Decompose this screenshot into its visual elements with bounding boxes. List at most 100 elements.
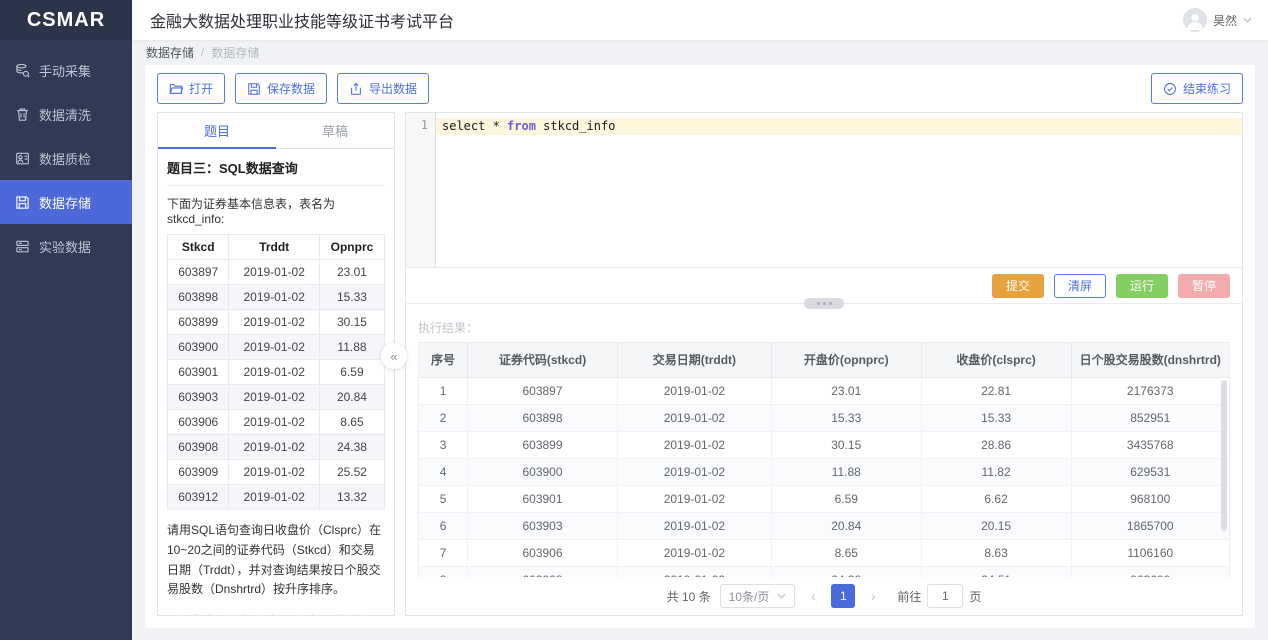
breadcrumb-separator: / — [201, 45, 204, 59]
submit-button[interactable]: 提交 — [992, 274, 1044, 298]
experiment-data-icon — [15, 239, 30, 254]
table-cell: 2019-01-02 — [229, 335, 320, 360]
splitter-drag-handle[interactable] — [804, 298, 844, 309]
page-size-select[interactable]: 10条/页 — [720, 584, 796, 608]
table-row: 6039122019-01-0213.32 — [168, 485, 385, 510]
clear-screen-button[interactable]: 清屏 — [1054, 274, 1106, 298]
toolbar: 打开 保存数据 导出数据 — [145, 65, 1255, 110]
sidebar-item-collect[interactable]: 手动采集 — [0, 48, 132, 92]
chevron-down-icon — [1243, 17, 1252, 23]
folder-open-icon — [169, 82, 183, 96]
current-page-button[interactable]: 1 — [831, 584, 855, 608]
table-cell: 2019-01-02 — [229, 385, 320, 410]
sql-editor[interactable]: 1 select * from stkcd_info — [406, 113, 1242, 268]
data-storage-icon — [15, 195, 30, 210]
finish-practice-button[interactable]: 结束练习 — [1151, 73, 1243, 104]
table-cell: 11.88 — [771, 458, 921, 485]
table-cell: 1 — [419, 377, 468, 404]
run-button[interactable]: 运行 — [1116, 274, 1168, 298]
column-header: 开盘价(opnprc) — [771, 343, 921, 377]
sidebar-item-clean[interactable]: 数据清洗 — [0, 92, 132, 136]
table-cell: 603908 — [468, 566, 618, 577]
table-row: 76039062019-01-028.658.631106160 — [419, 539, 1229, 566]
breadcrumb-root[interactable]: 数据存储 — [146, 44, 194, 61]
table-cell: 5 — [419, 485, 468, 512]
table-cell: 15.33 — [319, 285, 384, 310]
table-row: 6039002019-01-0211.88 — [168, 335, 385, 360]
table-cell: 4 — [419, 458, 468, 485]
table-cell: 8 — [419, 566, 468, 577]
table-cell: 2019-01-02 — [229, 360, 320, 385]
open-button[interactable]: 打开 — [157, 73, 225, 104]
table-cell: 3435768 — [1071, 431, 1229, 458]
export-data-button[interactable]: 导出数据 — [337, 73, 429, 104]
sidebar-item-label: 数据清洗 — [39, 105, 91, 124]
goto-page-input[interactable] — [927, 584, 963, 608]
table-cell: 963600 — [1071, 566, 1229, 577]
editor-gutter: 1 — [406, 113, 436, 267]
editor-code-area[interactable]: select * from stkcd_info — [436, 113, 1242, 267]
user-name: 昊然 — [1213, 12, 1237, 29]
results-scrollbar[interactable] — [1221, 380, 1227, 569]
table-cell: 603903 — [168, 385, 229, 410]
table-cell: 22.81 — [921, 377, 1071, 404]
sidebar: CSMAR 手动采集数据清洗数据质检数据存储实验数据 — [0, 0, 132, 640]
tab-question[interactable]: 题目 — [158, 113, 276, 148]
column-header: 证券代码(stkcd) — [468, 343, 618, 377]
column-header: 日个股交易股数(dnshrtrd) — [1071, 343, 1229, 377]
next-page-button[interactable]: › — [864, 588, 882, 604]
save-icon — [247, 82, 261, 96]
sidebar-item-experiment[interactable]: 实验数据 — [0, 224, 132, 268]
save-data-button[interactable]: 保存数据 — [235, 73, 327, 104]
table-row: 86039082019-01-0224.3824.51963600 — [419, 566, 1229, 577]
table-cell: 603901 — [468, 485, 618, 512]
scrollbar-thumb[interactable] — [1221, 380, 1227, 531]
user-menu[interactable]: 昊然 — [1183, 8, 1252, 32]
manual-collect-icon — [15, 63, 30, 78]
results-table: 序号证券代码(stkcd)交易日期(trddt)开盘价(opnprc)收盘价(c… — [419, 343, 1229, 577]
table-cell: 603908 — [168, 435, 229, 460]
table-cell: 8.65 — [319, 410, 384, 435]
table-cell: 23.01 — [771, 377, 921, 404]
table-cell: 6.59 — [319, 360, 384, 385]
collapse-panel-button[interactable]: « — [381, 343, 407, 369]
table-row: 6038972019-01-0223.01 — [168, 260, 385, 285]
table-cell: 13.32 — [319, 485, 384, 510]
table-cell: 2019-01-02 — [617, 377, 771, 404]
table-cell: 2019-01-02 — [229, 260, 320, 285]
code-line: select * from stkcd_info — [436, 118, 1242, 135]
table-cell: 2019-01-02 — [617, 566, 771, 577]
column-header: 收盘价(clsprc) — [921, 343, 1071, 377]
table-cell: 629531 — [1071, 458, 1229, 485]
breadcrumb-current: 数据存储 — [211, 44, 259, 61]
question-intro: 下面为证券基本信息表，表名为stkcd_info: — [167, 186, 385, 234]
table-row: 16038972019-01-0223.0122.812176373 — [419, 377, 1229, 404]
results-table-wrap: 序号证券代码(stkcd)交易日期(trddt)开盘价(opnprc)收盘价(c… — [418, 342, 1230, 577]
table-cell: 24.38 — [771, 566, 921, 577]
sidebar-item-quality[interactable]: 数据质检 — [0, 136, 132, 180]
sidebar-item-storage[interactable]: 数据存储 — [0, 180, 132, 224]
pause-button[interactable]: 暂停 — [1178, 274, 1230, 298]
table-cell: 2019-01-02 — [617, 431, 771, 458]
table-row: 26038982019-01-0215.3315.33852951 — [419, 404, 1229, 431]
goto-page: 前往 页 — [897, 584, 981, 608]
table-cell: 2 — [419, 404, 468, 431]
table-cell: 603898 — [168, 285, 229, 310]
results-table-head: 序号证券代码(stkcd)交易日期(trddt)开盘价(opnprc)收盘价(c… — [419, 343, 1229, 377]
table-row: 36038992019-01-0230.1528.863435768 — [419, 431, 1229, 458]
table-cell: 2019-01-02 — [617, 458, 771, 485]
table-row: 6039012019-01-026.59 — [168, 360, 385, 385]
tab-draft[interactable]: 草稿 — [276, 113, 394, 148]
question-content: 题目三：SQL数据查询 下面为证券基本信息表，表名为stkcd_info: St… — [158, 149, 394, 615]
table-row: 6038992019-01-0230.15 — [168, 310, 385, 335]
question-title: 题目三：SQL数据查询 — [167, 149, 385, 186]
table-row: 6039062019-01-028.65 — [168, 410, 385, 435]
table-cell: 603903 — [468, 512, 618, 539]
table-cell: 603906 — [468, 539, 618, 566]
table-cell: 1865700 — [1071, 512, 1229, 539]
table-cell: 20.15 — [921, 512, 1071, 539]
results-table-body: 16038972019-01-0223.0122.812176373260389… — [419, 377, 1229, 577]
prev-page-button[interactable]: ‹ — [804, 588, 822, 604]
csmar-logo: CSMAR — [0, 0, 132, 40]
topbar: 金融大数据处理职业技能等级证书考试平台 昊然 — [132, 0, 1268, 40]
